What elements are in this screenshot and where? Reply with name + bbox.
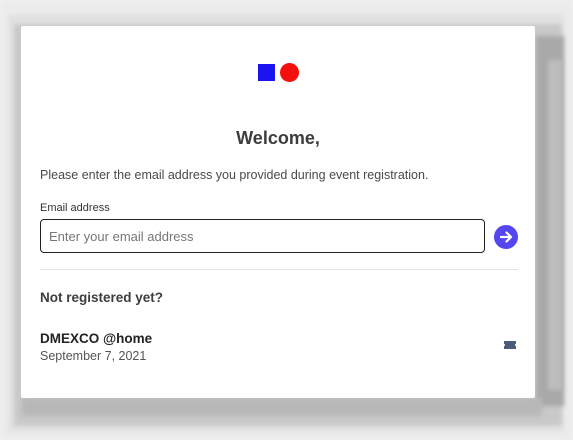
backdrop-shadow-bottom	[22, 398, 542, 416]
instructions-text: Please enter the email address you provi…	[40, 168, 429, 182]
event-date: September 7, 2021	[40, 349, 147, 363]
logo-circle-icon	[280, 63, 299, 82]
submit-email-button[interactable]	[494, 225, 518, 249]
event-list-item[interactable]: DMEXCO @home September 7, 2021	[40, 326, 518, 366]
logo-square-icon	[258, 64, 275, 81]
brand-logo	[250, 48, 308, 98]
login-card: Welcome, Please enter the email address …	[21, 26, 535, 398]
event-name: DMEXCO @home	[40, 331, 153, 346]
email-label: Email address	[40, 202, 110, 214]
arrow-right-icon	[499, 231, 513, 243]
ticket-icon[interactable]	[503, 340, 517, 350]
section-divider	[40, 269, 518, 270]
email-input[interactable]	[40, 219, 485, 253]
backdrop-shadow-edge	[548, 60, 562, 390]
welcome-title: Welcome,	[236, 128, 320, 148]
not-registered-heading: Not registered yet?	[40, 290, 164, 305]
